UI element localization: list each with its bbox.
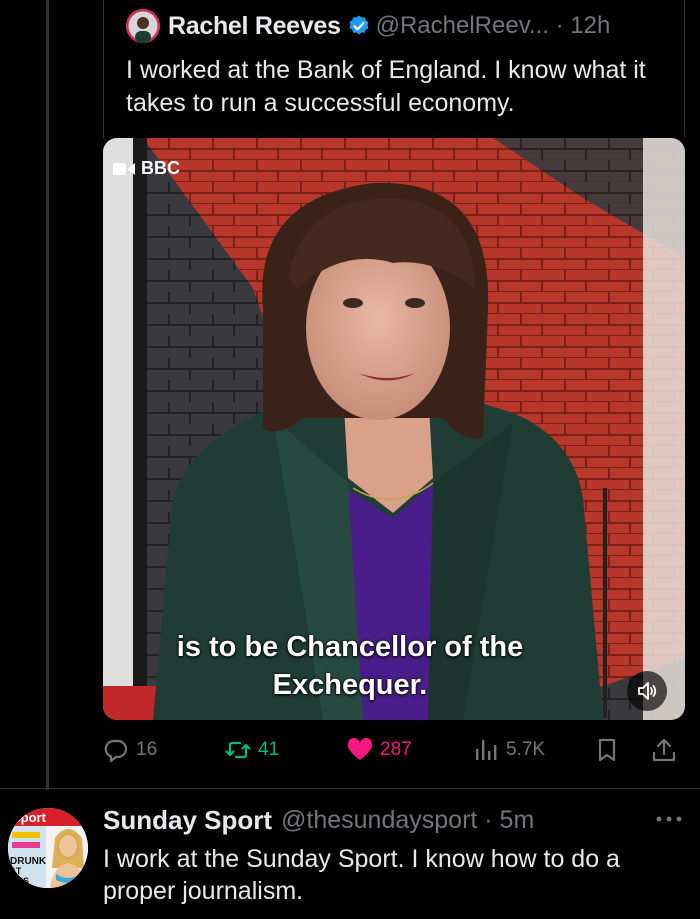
quoted-tweet-header: Rachel Reeves @RachelReev... · 12h xyxy=(126,8,610,44)
like-button[interactable]: 287 xyxy=(347,728,412,772)
reply-tweet-header: Sunday Sport @thesundaysport · 5m xyxy=(103,800,534,840)
bookmark-button[interactable] xyxy=(594,728,620,772)
reply-handle-time[interactable]: @thesundaysport · 5m xyxy=(281,806,534,835)
reply-tweet-text: I work at the Sunday Sport. I know how t… xyxy=(103,845,620,905)
share-button[interactable] xyxy=(651,728,677,772)
verified-badge-icon xyxy=(349,15,369,35)
more-options-icon[interactable] xyxy=(652,812,686,826)
share-icon xyxy=(652,738,676,762)
views-icon xyxy=(476,740,497,760)
views-button[interactable]: 5.7K xyxy=(473,728,545,772)
sunday-sport-avatar[interactable]: Sport DRUNK AT RNS xyxy=(8,808,88,888)
video-caption-line-2: Exchequer. xyxy=(272,669,428,701)
retweet-icon xyxy=(225,741,251,759)
video-source-label: BBC xyxy=(141,158,180,178)
video-source-tag: BBC xyxy=(113,158,180,179)
tweet-divider xyxy=(0,788,700,789)
reply-author-name[interactable]: Sunday Sport xyxy=(103,805,272,836)
video-caption-line-1: is to be Chancellor of the xyxy=(176,631,524,663)
video-caption: is to be Chancellor of the Exchequer. xyxy=(0,628,700,704)
quoted-tweet-text: I worked at the Bank of England. I know … xyxy=(126,56,646,117)
reply-count: 16 xyxy=(136,739,158,760)
heart-icon xyxy=(347,737,373,760)
bookmark-icon xyxy=(598,738,616,762)
quoted-author-name[interactable]: Rachel Reeves xyxy=(168,12,341,41)
avatar-headline-3: RNS xyxy=(10,876,29,886)
video-camera-icon xyxy=(113,162,135,175)
avatar-headline-2: AT xyxy=(10,866,22,876)
quoted-handle-time[interactable]: @RachelReev... · 12h xyxy=(376,12,611,40)
rachel-reeves-avatar[interactable] xyxy=(126,9,160,43)
view-count: 5.7K xyxy=(506,739,546,760)
reply-button[interactable]: 16 xyxy=(103,728,157,772)
avatar-masthead-text: Sport xyxy=(12,810,47,825)
quoted-tweet[interactable]: Rachel Reeves @RachelReev... · 12h I wor… xyxy=(103,0,685,138)
like-count: 287 xyxy=(380,739,412,760)
retweet-button[interactable]: 41 xyxy=(225,728,279,772)
reply-icon xyxy=(104,739,128,763)
tweet-action-bar: 16 41 287 5.7K xyxy=(103,728,685,772)
retweet-count: 41 xyxy=(258,739,280,760)
